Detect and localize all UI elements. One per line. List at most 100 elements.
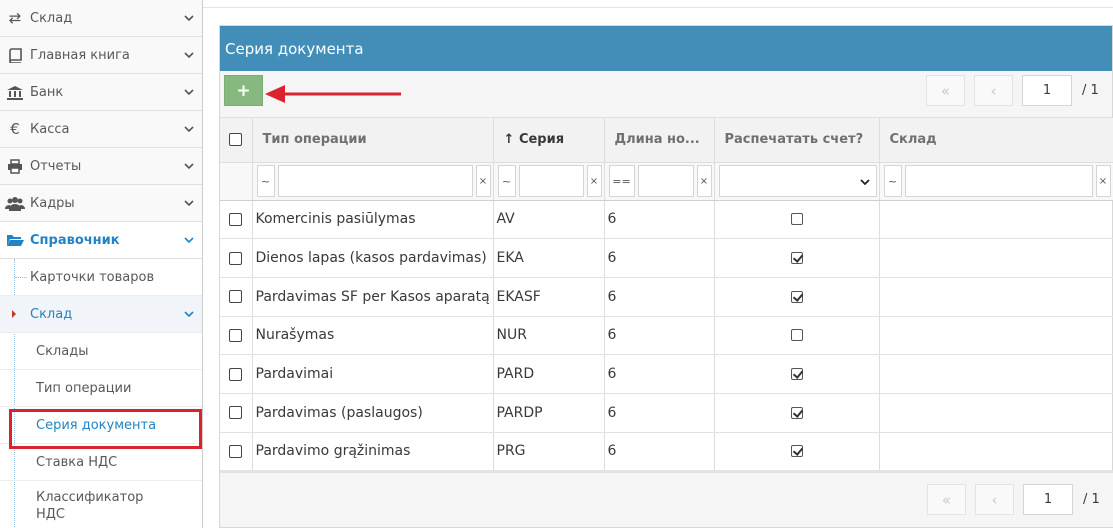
book-icon [4, 47, 26, 63]
filter-select[interactable] [718, 165, 877, 197]
clear-filter-button[interactable]: × [696, 165, 712, 197]
sidebar-item-label: Справочник [30, 232, 120, 248]
chevron-left-icon: ‹ [990, 81, 997, 100]
chevron-down-icon [184, 15, 194, 22]
euro-icon: € [10, 120, 20, 138]
sidebar-item-general-ledger[interactable]: Главная книга [0, 37, 202, 74]
filter-input[interactable] [277, 165, 473, 197]
row-checkbox[interactable] [229, 212, 243, 226]
unchecked-icon [790, 329, 803, 342]
filter-operator-button[interactable]: ~ [497, 165, 516, 197]
cell-series: PRG [493, 432, 605, 472]
submenu-item-vat-rate[interactable]: Ставка НДС [0, 444, 202, 481]
row-checkbox[interactable] [229, 251, 243, 265]
exchange-icon: ⇄ [8, 9, 22, 27]
checked-icon [790, 290, 803, 303]
column-header-operation-type[interactable]: Тип операции [252, 118, 494, 163]
submenu-item-operation-type[interactable]: Тип операции [0, 370, 202, 407]
prev-page-button[interactable]: ‹ [975, 484, 1014, 515]
column-header-series[interactable]: ↑ Серия [493, 118, 605, 163]
cell-length: 6 [604, 277, 715, 317]
submenu-item-label: Тип операции [36, 380, 132, 396]
cell-operation-type: Pardavimai [252, 354, 494, 394]
page-input[interactable]: 1 [1023, 484, 1073, 515]
series-table: Тип операции ↑ Серия Длина но... Распеча… [220, 118, 1113, 472]
clear-filter-button[interactable]: × [475, 165, 491, 197]
checked-icon [790, 445, 803, 458]
cell-series: PARD [493, 354, 605, 394]
sidebar-item-reference[interactable]: Справочник [0, 222, 202, 259]
cell-warehouse [879, 432, 1113, 472]
checked-icon [790, 252, 803, 265]
cell-operation-type: Dienos lapas (kasos pardavimas) [252, 238, 494, 278]
filter-input[interactable] [904, 165, 1093, 197]
checked-icon [790, 406, 803, 419]
column-label: Распечатать счет? [724, 132, 864, 148]
sort-up-icon: ↑ [503, 132, 515, 148]
users-icon [4, 196, 26, 211]
table-row[interactable]: Pardavimas (paslaugos) PARDP 6 [220, 393, 1113, 433]
clear-filter-button[interactable]: × [586, 165, 602, 197]
reference-submenu: Карточки товаров Склад Склады Тип операц… [0, 259, 202, 528]
table-row[interactable]: Nurašymas NUR 6 [220, 316, 1113, 356]
submenu-item-vat-classifier[interactable]: Классификатор НДС [0, 481, 202, 528]
filter-operator-button[interactable]: ~ [883, 165, 902, 197]
row-checkbox[interactable] [229, 328, 243, 342]
sidebar-item-cash[interactable]: € Касса [0, 111, 202, 148]
row-checkbox[interactable] [229, 367, 243, 381]
column-header-print-invoice[interactable]: Распечатать счет? [714, 118, 880, 163]
filter-cell-series: ~ × [493, 162, 605, 201]
table-row[interactable]: Pardavimai PARD 6 [220, 354, 1113, 394]
submenu-item-product-cards[interactable]: Карточки товаров [0, 259, 202, 296]
table-row[interactable]: Komercinis pasiūlymas AV 6 [220, 200, 1113, 240]
prev-page-button[interactable]: ‹ [974, 75, 1013, 106]
cell-print-invoice [714, 393, 880, 433]
filter-input[interactable] [637, 165, 694, 197]
filter-cell-empty [220, 162, 253, 201]
tree-connector [15, 277, 27, 278]
cell-series: EKA [493, 238, 605, 278]
cell-warehouse [879, 200, 1113, 240]
row-checkbox[interactable] [229, 444, 243, 458]
sidebar-item-reports[interactable]: Отчеты [0, 148, 202, 185]
column-label: Тип операции [262, 132, 367, 148]
first-page-button[interactable]: « [927, 484, 966, 515]
add-button[interactable]: + [224, 75, 263, 106]
highlight-box [9, 409, 202, 449]
submenu-item-warehouse[interactable]: Склад [0, 296, 202, 333]
column-header-warehouse[interactable]: Склад [879, 118, 1113, 163]
sidebar-item-warehouse[interactable]: ⇄ Склад [0, 0, 202, 37]
row-checkbox[interactable] [229, 406, 243, 420]
column-header-length[interactable]: Длина но... [604, 118, 715, 163]
sidebar-item-label: Касса [30, 121, 70, 137]
cell-operation-type: Komercinis pasiūlymas [252, 200, 494, 240]
table-row[interactable]: Pardavimas SF per Kasos aparatą EKASF 6 [220, 277, 1113, 317]
filter-operator-button[interactable]: == [608, 165, 635, 197]
table-row[interactable]: Dienos lapas (kasos pardavimas) EKA 6 [220, 238, 1113, 278]
cell-operation-type: Nurašymas [252, 316, 494, 356]
chevron-down-icon [184, 163, 194, 170]
filter-cell-warehouse: ~ × [879, 162, 1113, 201]
caret-right-icon [12, 310, 16, 318]
table-row[interactable]: Pardavimo grąžinimas PRG 6 [220, 432, 1113, 472]
table-header-row: Тип операции ↑ Серия Длина но... Распеча… [220, 118, 1113, 163]
cell-print-invoice [714, 316, 880, 356]
filter-cell-length: == × [604, 162, 715, 201]
print-icon [4, 158, 26, 174]
table-body: Komercinis pasiūlymas AV 6 Dienos lapas (ka… [220, 200, 1113, 472]
sidebar-item-label: Кадры [30, 195, 75, 211]
submenu-item-warehouses[interactable]: Склады [0, 333, 202, 370]
cell-length: 6 [604, 200, 715, 240]
clear-filter-button[interactable]: × [1095, 165, 1111, 197]
sidebar-item-bank[interactable]: Банк [0, 74, 202, 111]
page-input[interactable]: 1 [1022, 75, 1072, 106]
filter-operator-button[interactable]: ~ [256, 165, 275, 197]
cell-warehouse [879, 393, 1113, 433]
filter-input[interactable] [518, 165, 584, 197]
first-page-button[interactable]: « [926, 75, 965, 106]
checked-icon [790, 368, 803, 381]
double-chevron-left-icon: « [940, 81, 951, 100]
row-checkbox[interactable] [229, 290, 243, 304]
select-all-checkbox[interactable] [229, 133, 243, 147]
sidebar-item-staff[interactable]: Кадры [0, 185, 202, 222]
